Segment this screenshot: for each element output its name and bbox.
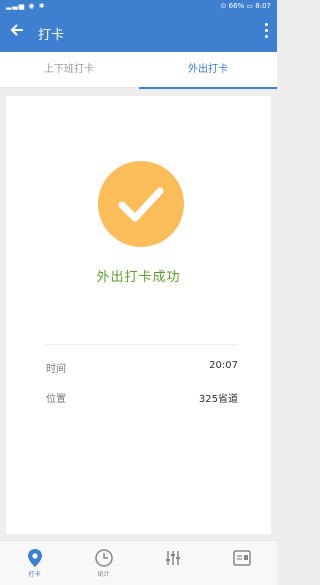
- location-status-icon: ⊙: [220, 2, 227, 10]
- id-card-icon: [232, 550, 251, 566]
- success-check-icon: [98, 161, 184, 247]
- tab-outing-checkin[interactable]: 外出打卡: [139, 52, 277, 89]
- time-label: 时间: [46, 364, 66, 375]
- clock-time: 8:07: [255, 2, 271, 10]
- nav-settings[interactable]: [138, 541, 207, 585]
- sliders-icon: [165, 551, 180, 565]
- back-arrow-svg: [10, 24, 23, 36]
- battery-icon: ▭: [246, 2, 254, 10]
- nav-stats[interactable]: 统计: [69, 541, 138, 585]
- location-label: 位置: [46, 394, 66, 405]
- page-title: 打卡: [38, 28, 65, 43]
- more-options-icon[interactable]: [263, 23, 269, 43]
- app-bar: 打卡: [0, 14, 277, 52]
- time-value: 20:07: [209, 360, 238, 371]
- signal-icon: ▂▃▅ ◉ ✱: [6, 2, 46, 10]
- nav-checkin-label: 打卡: [28, 571, 41, 578]
- back-arrow-icon[interactable]: [8, 22, 26, 42]
- nav-stats-label: 统计: [97, 571, 110, 578]
- nav-records[interactable]: [207, 541, 276, 585]
- status-right: ⊙ 66% ▭ 8:07: [221, 2, 272, 10]
- clock-icon: [94, 549, 113, 567]
- check-icon: [118, 187, 164, 222]
- tab-commute-checkin[interactable]: 上下班打卡: [0, 52, 138, 88]
- success-message: 外出打卡成功: [96, 270, 181, 285]
- result-card: 外出打卡成功 时间 20:07 位置 325省道: [6, 96, 271, 534]
- battery-level: 66%: [228, 2, 245, 10]
- status-bar: ▂▃▅ ◉ ✱ ⊙ 66% ▭ 8:07: [0, 0, 277, 14]
- location-pin-icon: [27, 549, 42, 567]
- nav-checkin[interactable]: 打卡: [0, 541, 69, 585]
- tab-bar: 上下班打卡 外出打卡: [0, 52, 277, 89]
- time-row: 时间 20:07: [46, 360, 238, 376]
- location-value: 325省道: [198, 394, 238, 405]
- divider: [46, 344, 238, 345]
- location-row: 位置 325省道: [46, 390, 238, 406]
- bottom-nav: 打卡 统计: [0, 540, 277, 585]
